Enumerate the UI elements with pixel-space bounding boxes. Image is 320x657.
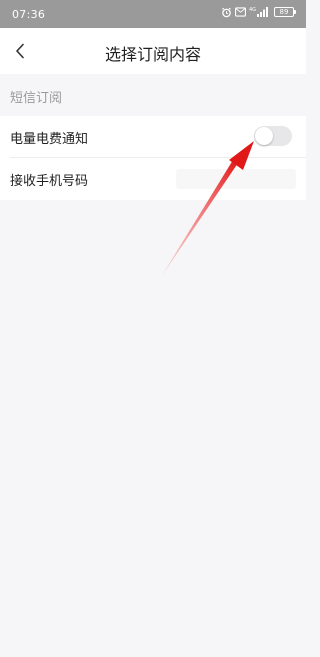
phone-number-input[interactable] bbox=[176, 169, 296, 189]
list-item-phone-number: 接收手机号码 bbox=[0, 158, 306, 200]
status-bar: 07:36 4G 89 bbox=[0, 0, 306, 28]
battery-icon: 89 bbox=[274, 7, 296, 17]
alarm-icon bbox=[221, 7, 232, 18]
status-icons: 4G 89 bbox=[221, 6, 296, 18]
nav-bar: 选择订阅内容 bbox=[0, 28, 306, 74]
section-header: 短信订阅 bbox=[0, 74, 306, 116]
power-bill-notice-label: 电量电费通知 bbox=[10, 132, 89, 147]
toggle-knob bbox=[255, 127, 273, 145]
status-time: 07:36 bbox=[12, 8, 46, 21]
phone-number-label: 接收手机号码 bbox=[10, 174, 89, 189]
subscription-list: 电量电费通知 接收手机号码 bbox=[0, 116, 306, 200]
message-icon bbox=[235, 7, 246, 17]
section-title: 短信订阅 bbox=[10, 91, 63, 106]
page-title: 选择订阅内容 bbox=[104, 45, 201, 64]
signal-icon: 4G bbox=[249, 6, 271, 18]
power-bill-notice-toggle[interactable] bbox=[254, 126, 292, 146]
battery-level: 89 bbox=[274, 7, 294, 17]
list-item-power-bill-notice: 电量电费通知 bbox=[0, 116, 306, 158]
svg-text:4G: 4G bbox=[249, 7, 256, 13]
